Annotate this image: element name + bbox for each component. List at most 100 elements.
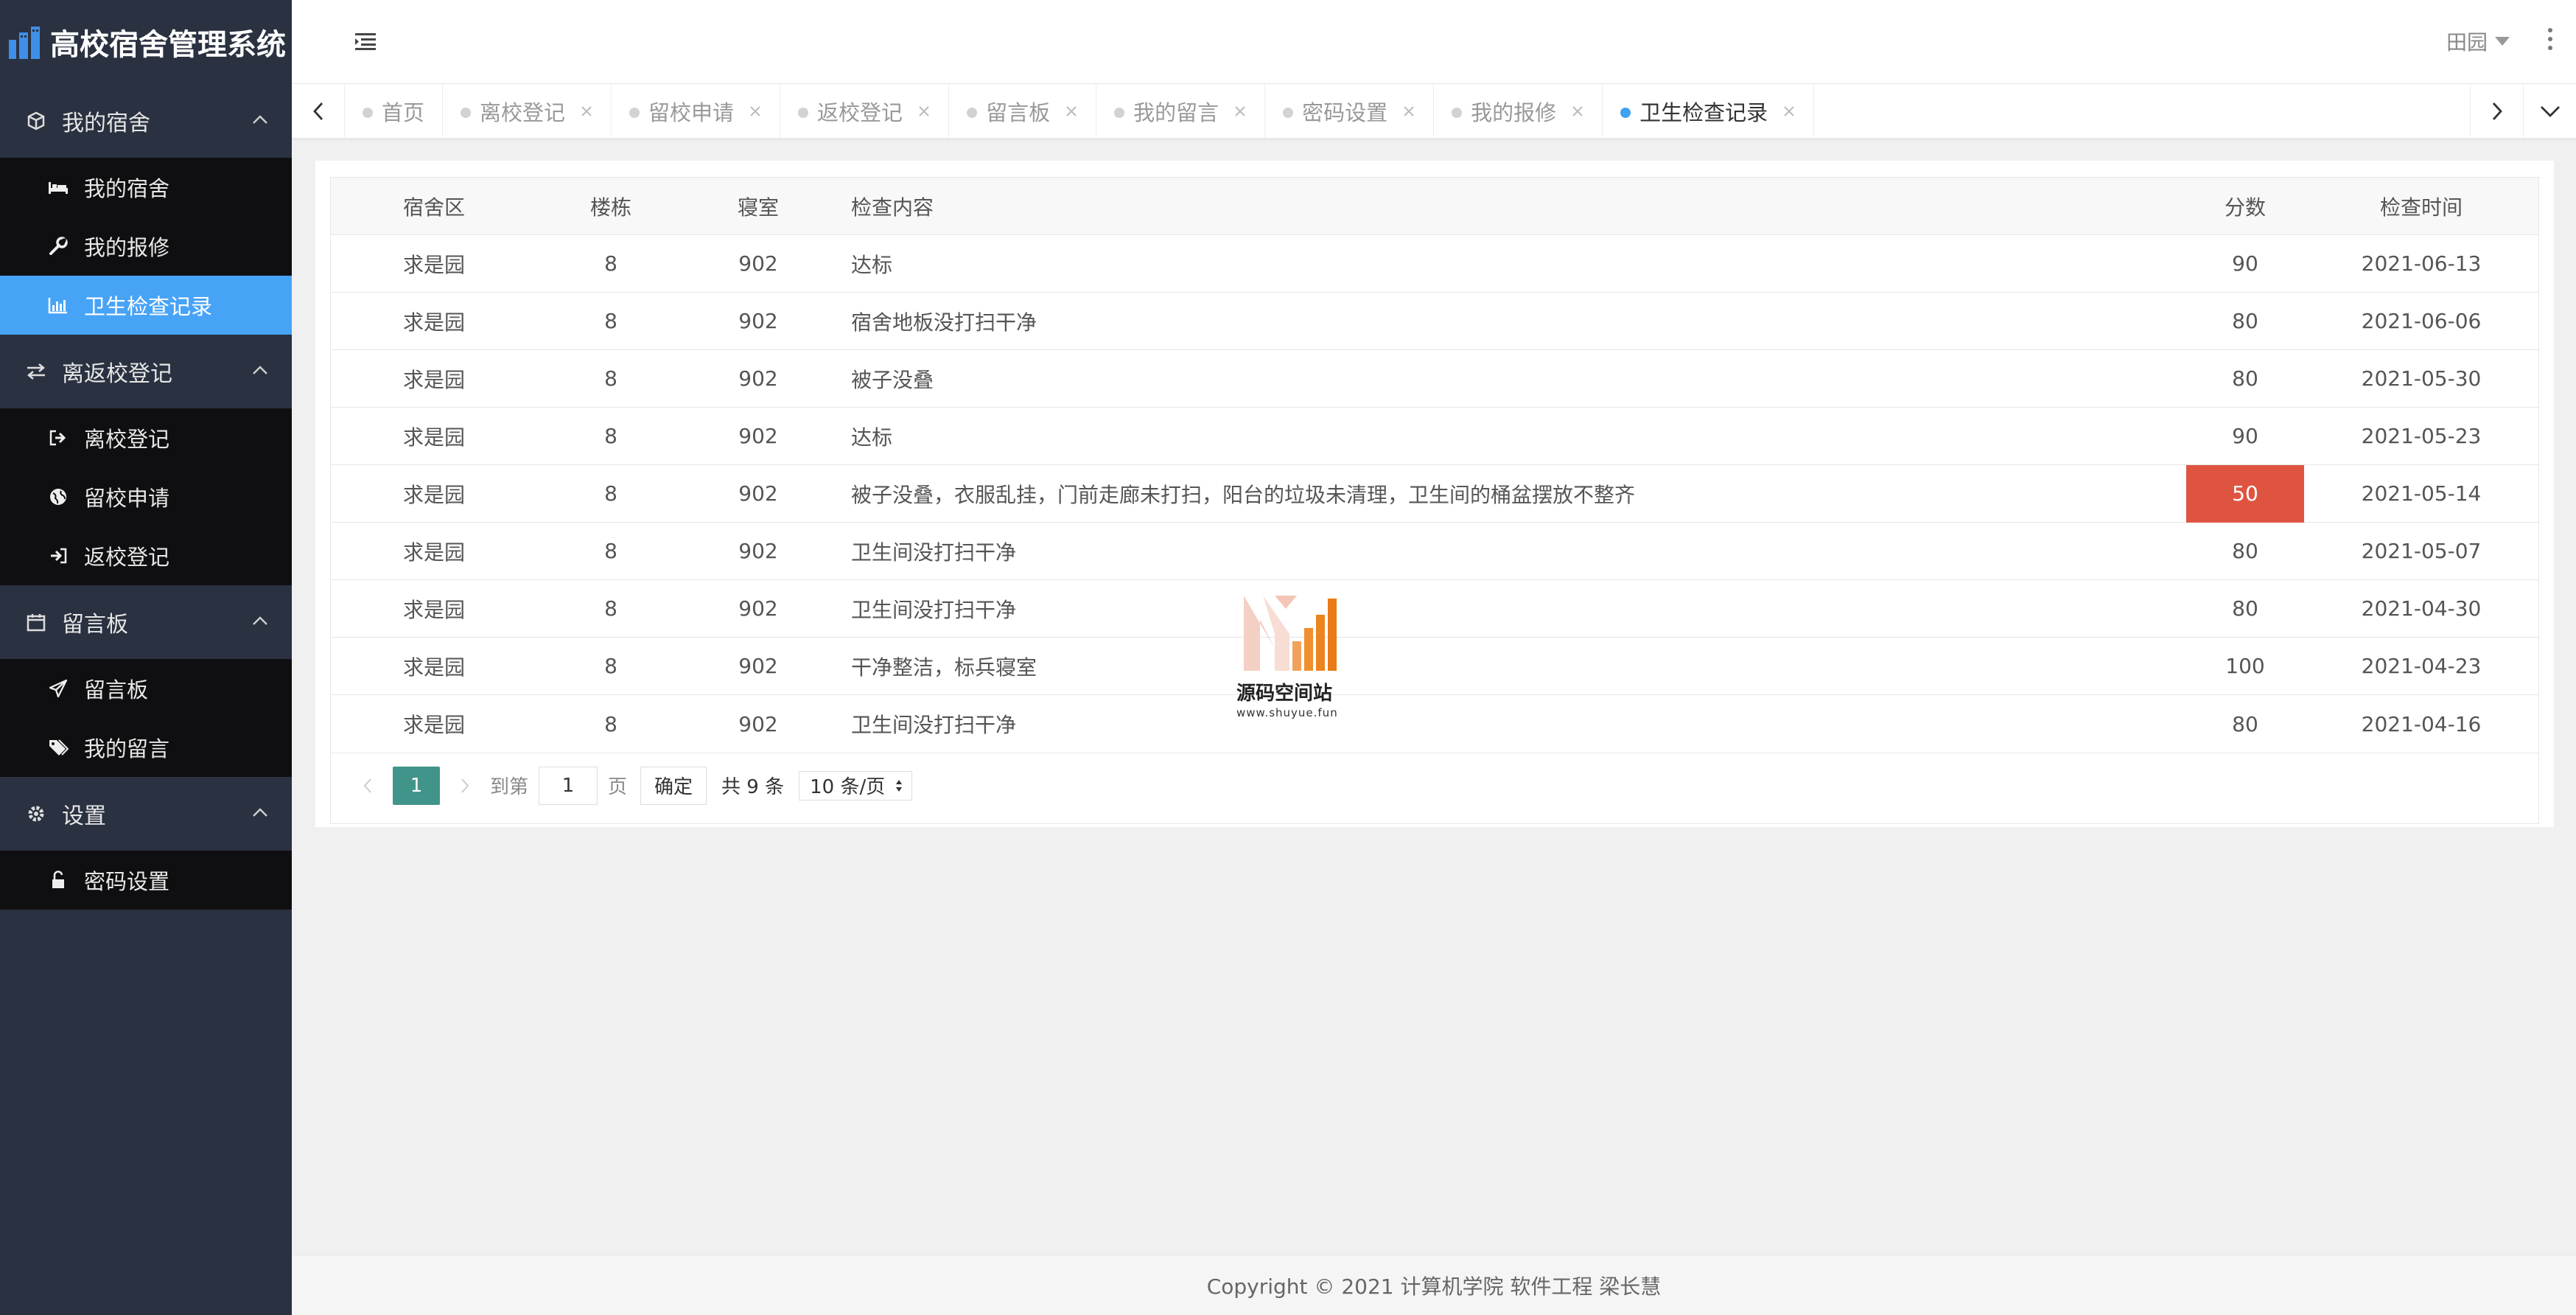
prev-page-button[interactable] [353,771,382,800]
globe-icon [47,486,69,508]
menu-group-label: 离返校登记 [62,361,172,387]
page-size-select[interactable]: 10 条/页 [799,770,913,800]
chevron-up-icon [253,115,267,124]
tab-password-settings[interactable]: 密码设置 [1265,84,1435,139]
tab-label: 离校登记 [480,100,566,125]
tab-leave-register[interactable]: 离校登记 [443,84,612,139]
cell-room: 902 [738,711,778,736]
cell-area: 求是园 [402,310,465,335]
tab-dot [363,108,373,118]
tab-dot [1283,108,1294,118]
sidebar-item-label: 留言板 [84,677,149,702]
cell-score: 100 [2225,654,2265,678]
tab-message-board[interactable]: 留言板 [949,84,1097,139]
tab-dot [461,108,472,118]
sidebar-item-my-messages[interactable]: 我的留言 [0,718,292,777]
menu-group-items: 密码设置 [0,851,292,910]
sidebar-item-label: 我的宿舍 [84,176,170,201]
close-icon[interactable] [1402,105,1415,118]
sidebar-toggle-icon[interactable] [354,31,377,52]
calendar-icon [25,611,47,633]
cell-area: 求是园 [402,655,465,680]
sidebar-item-label: 我的报修 [84,235,170,260]
menu-group-label: 我的宿舍 [62,111,150,136]
cell-area: 求是园 [402,597,465,622]
sidebar-item-return-register[interactable]: 返校登记 [0,526,292,585]
cell-area: 求是园 [402,367,465,392]
building-logo-icon [9,27,40,59]
cell-score: 80 [2232,309,2258,333]
menu-group-my-dorm[interactable]: 我的宿舍 [0,84,292,158]
sidebar-item-message-board[interactable]: 留言板 [0,659,292,718]
close-icon[interactable] [1233,105,1247,118]
close-icon[interactable] [1065,105,1078,118]
caret-down-icon [2495,37,2510,46]
goto-page-input[interactable] [539,766,598,805]
content-card: 宿舍区 楼栋 寝室 检查内容 分数 检查时间 求是园 8 902 达标 90 2021-0… [315,161,2554,827]
page-1-button[interactable]: 1 [393,766,440,805]
page-size-value: 10 条/页 [810,776,886,798]
table-row: 求是园 8 902 干净整洁，标兵寝室 100 2021-04-23 [331,638,2538,695]
menu-group-message-board[interactable]: 留言板 [0,585,292,659]
tab-hygiene-records[interactable]: 卫生检查记录 [1603,84,1815,139]
menu-group-leave-return[interactable]: 离返校登记 [0,335,292,408]
close-icon[interactable] [1571,105,1584,118]
more-vertical-icon[interactable] [2547,27,2554,52]
user-menu[interactable]: 田园 [2446,27,2510,56]
goto-confirm-button[interactable]: 确定 [640,766,707,805]
sidebar-item-label: 我的留言 [84,736,170,761]
bed-icon [47,176,69,198]
table-row: 求是园 8 902 卫生间没打扫干净 80 2021-05-07 [331,523,2538,580]
tab-my-repair[interactable]: 我的报修 [1434,84,1603,139]
menu-group-items: 我的宿舍 我的报修 卫生检查记录 [0,158,292,335]
cell-time: 2021-05-30 [2361,366,2482,391]
goto-suffix: 页 [608,776,628,798]
tab-return-register[interactable]: 返校登记 [780,84,950,139]
tab-dot-active [1620,108,1631,118]
user-name: 田园 [2446,30,2488,55]
cell-content: 卫生间没打扫干净 [851,713,1017,737]
tab-stay-apply[interactable]: 留校申请 [612,84,781,139]
tab-scroll-left-button[interactable] [292,84,345,139]
next-page-button[interactable] [450,771,480,800]
sidebar-item-leave-register[interactable]: 离校登记 [0,408,292,467]
close-icon[interactable] [749,105,762,118]
tab-bar: 首页 离校登记 留校申请 返校登记 留言板 我的留言 密码设置 我的报修 卫生检… [292,84,2576,139]
cell-building: 8 [604,539,617,563]
cell-room: 902 [738,366,778,391]
tab-menu-button[interactable] [2523,84,2576,139]
chevron-down-icon [2540,106,2560,117]
sidebar-item-my-repair[interactable]: 我的报修 [0,217,292,276]
cell-content: 卫生间没打扫干净 [851,597,1017,622]
cell-time: 2021-04-16 [2361,711,2482,736]
close-icon[interactable] [1782,105,1796,118]
sidebar-item-stay-apply[interactable]: 留校申请 [0,467,292,526]
sidebar-item-hygiene-records[interactable]: 卫生检查记录 [0,276,292,335]
sidebar-item-my-dorm[interactable]: 我的宿舍 [0,158,292,217]
tab-dot [967,108,978,118]
cell-content: 达标 [851,425,893,450]
gear-icon [25,803,47,825]
tab-scroll-right-button[interactable] [2470,84,2523,139]
tab-my-messages[interactable]: 我的留言 [1096,84,1266,139]
cell-content: 被子没叠 [851,367,934,392]
header-content: 检查内容 [851,195,934,220]
tab-label: 首页 [382,100,425,125]
watermark-title: 源码空间站 [1236,683,1333,705]
exchange-icon [25,360,47,383]
tab-dot [1114,108,1125,118]
chevron-up-icon [253,808,267,817]
header-time: 检查时间 [2379,195,2463,220]
sidebar-item-password-settings[interactable]: 密码设置 [0,851,292,910]
app-logo[interactable]: 高校宿舍管理系统 [0,0,292,84]
cell-time: 2021-05-07 [2361,539,2482,563]
chevron-right-icon [461,778,469,793]
copyright-text: Copyright © 2021 计算机学院 软件工程 梁长慧 [1206,1274,1662,1299]
sign-in-icon [47,545,69,567]
menu-group-settings[interactable]: 设置 [0,777,292,851]
cell-content: 干净整洁，标兵寝室 [851,655,1037,680]
tab-home[interactable]: 首页 [345,84,444,139]
close-icon[interactable] [917,105,931,118]
paper-plane-icon [47,677,69,700]
close-icon[interactable] [580,105,593,118]
